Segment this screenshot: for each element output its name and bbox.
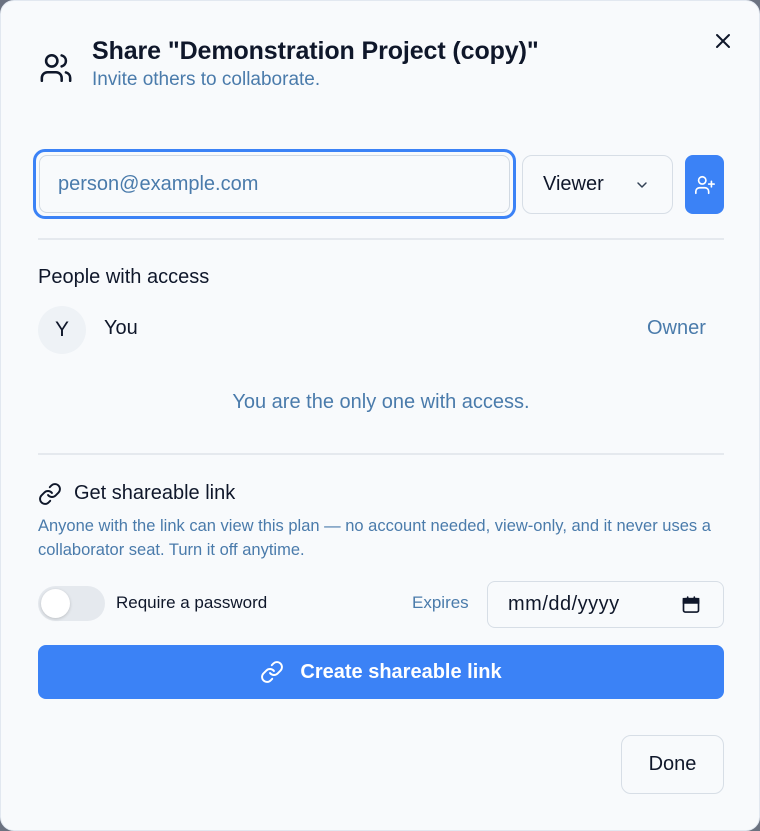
access-note: You are the only one with access. bbox=[232, 391, 530, 413]
people-with-access-heading: People with access bbox=[38, 266, 210, 288]
create-link-label: Create shareable link bbox=[300, 660, 502, 683]
users-icon bbox=[40, 53, 72, 83]
add-person-button[interactable] bbox=[685, 155, 724, 214]
person-role: Owner bbox=[647, 317, 706, 339]
shareable-link-heading: Get shareable link bbox=[74, 482, 236, 504]
email-input[interactable] bbox=[39, 155, 510, 213]
divider bbox=[38, 453, 724, 455]
email-field-wrapper bbox=[33, 149, 516, 219]
avatar: Y bbox=[38, 306, 86, 354]
shareable-link-description: Anyone with the link can view this plan … bbox=[38, 517, 711, 559]
toggle-knob bbox=[41, 589, 70, 618]
role-select-value: Viewer bbox=[543, 173, 604, 195]
link-icon bbox=[39, 483, 61, 505]
password-toggle[interactable] bbox=[38, 586, 105, 621]
date-placeholder: mm/dd/yyyy bbox=[508, 593, 620, 615]
expires-label: Expires bbox=[412, 593, 469, 612]
close-icon[interactable] bbox=[711, 29, 735, 53]
calendar-icon[interactable] bbox=[681, 595, 701, 615]
person-name: You bbox=[104, 317, 138, 339]
create-shareable-link-button[interactable]: Create shareable link bbox=[38, 645, 724, 699]
password-toggle-label: Require a password bbox=[116, 593, 268, 612]
dialog-title: Share "Demonstration Project (copy)" bbox=[92, 37, 539, 65]
done-button[interactable]: Done bbox=[621, 735, 724, 794]
link-icon bbox=[261, 661, 284, 683]
divider bbox=[38, 238, 724, 240]
role-select[interactable]: Viewer bbox=[522, 155, 673, 214]
share-dialog: Share "Demonstration Project (copy)" Inv… bbox=[0, 0, 760, 831]
user-plus-icon bbox=[694, 175, 715, 194]
dialog-subtitle: Invite others to collaborate. bbox=[92, 69, 321, 90]
expiry-date-input[interactable]: mm/dd/yyyy bbox=[487, 581, 724, 628]
chevron-down-icon bbox=[637, 182, 647, 188]
